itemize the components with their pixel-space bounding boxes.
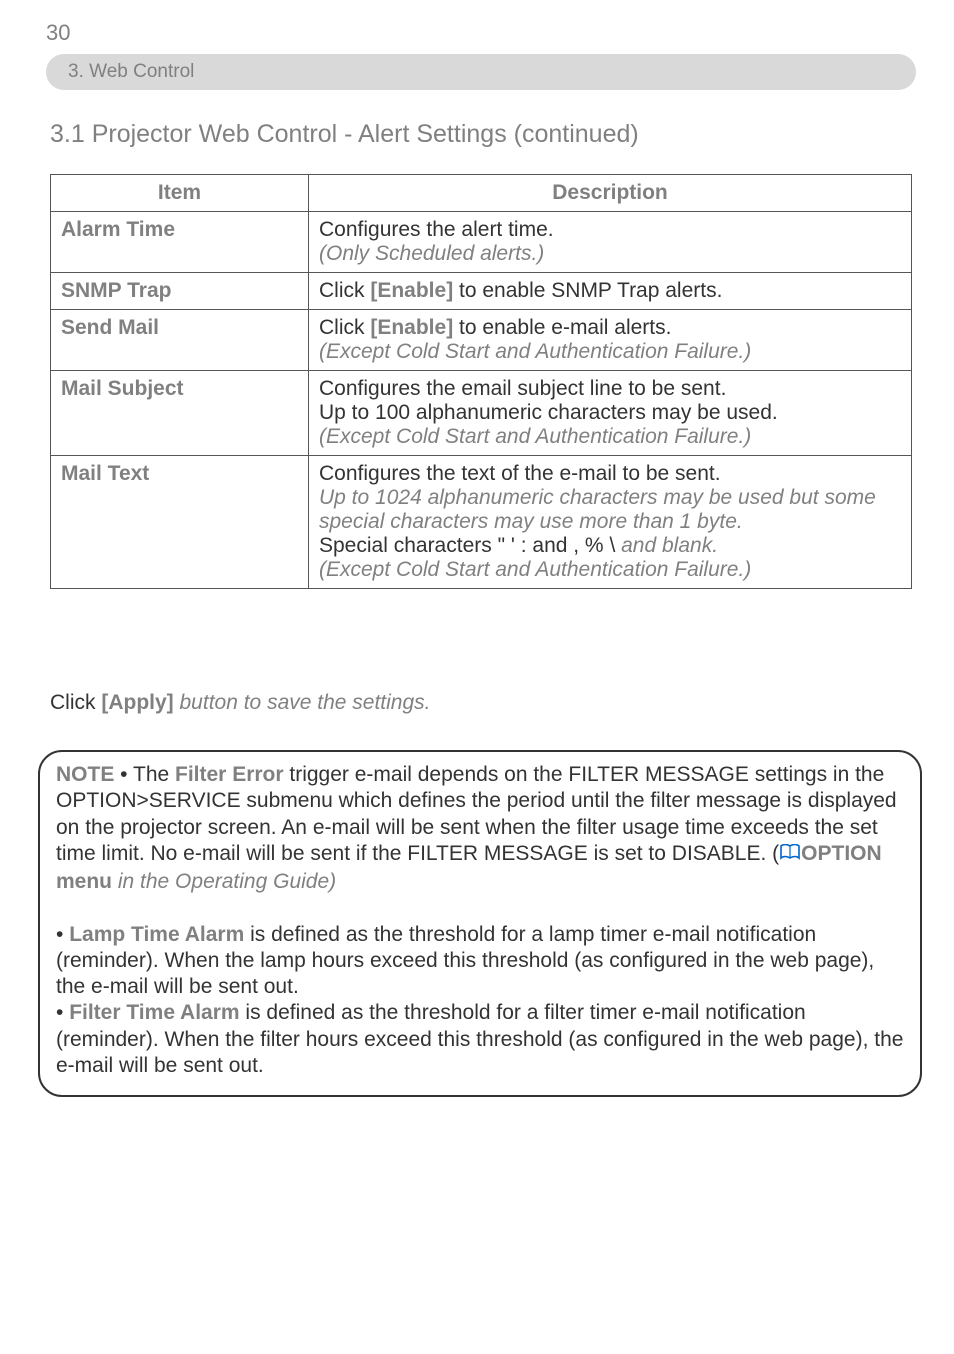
row-desc: Click [Enable] to enable e-mail alerts. … bbox=[309, 310, 912, 371]
row-label: SNMP Trap bbox=[51, 273, 309, 310]
table-header-row: Item Description bbox=[51, 175, 912, 212]
text-post: button to save the settings. bbox=[174, 691, 431, 714]
bullet1-bold: Filter Error bbox=[175, 763, 284, 786]
text-pre: Click bbox=[50, 691, 101, 714]
desc-bold: [Enable] bbox=[370, 316, 453, 339]
bullet2-bold: Lamp Time Alarm bbox=[69, 923, 244, 946]
chapter-header-text: 3. Web Control bbox=[68, 61, 194, 83]
row-desc: Configures the alert time. (Only Schedul… bbox=[309, 212, 912, 273]
section-title: 3.1 Projector Web Control - Alert Settin… bbox=[50, 120, 639, 149]
desc-note3: (Except Cold Start and Authentication Fa… bbox=[319, 558, 751, 581]
desc-line2-post: and blank. bbox=[615, 534, 718, 557]
table-row: SNMP Trap Click [Enable] to enable SNMP … bbox=[51, 273, 912, 310]
row-desc: Configures the text of the e-mail to be … bbox=[309, 456, 912, 589]
note-heading: NOTE bbox=[56, 763, 114, 786]
desc-line2: Up to 100 alphanumeric characters may be… bbox=[319, 401, 778, 424]
desc-post: to enable e-mail alerts. bbox=[453, 316, 671, 339]
bullet1-ref-post: in the Operating Guide) bbox=[112, 870, 336, 893]
page-number: 30 bbox=[46, 20, 70, 46]
desc-line2-chars: " ' : and , % \ bbox=[498, 534, 616, 557]
table-row: Send Mail Click [Enable] to enable e-mai… bbox=[51, 310, 912, 371]
col-header-item: Item bbox=[51, 175, 309, 212]
row-label: Mail Text bbox=[51, 456, 309, 589]
row-label: Alarm Time bbox=[51, 212, 309, 273]
bullet3-bold: Filter Time Alarm bbox=[69, 1001, 239, 1024]
desc-note1: Up to 1024 alphanumeric characters may b… bbox=[319, 486, 876, 509]
desc-line1: Configures the email subject line to be … bbox=[319, 377, 726, 400]
row-desc: Click [Enable] to enable SNMP Trap alert… bbox=[309, 273, 912, 310]
chapter-header-bar: 3. Web Control bbox=[46, 54, 916, 90]
desc-note2: special characters may use more than 1 b… bbox=[319, 510, 743, 533]
book-icon bbox=[779, 843, 801, 869]
desc-note: (Except Cold Start and Authentication Fa… bbox=[319, 340, 751, 363]
text-bold: [Apply] bbox=[101, 691, 173, 714]
desc-pre: Click bbox=[319, 316, 370, 339]
note-box: NOTE • The Filter Error trigger e-mail d… bbox=[38, 750, 922, 1097]
desc-line2-pre: Special characters bbox=[319, 534, 498, 557]
row-label: Send Mail bbox=[51, 310, 309, 371]
desc-pre: Click bbox=[319, 279, 370, 302]
row-label: Mail Subject bbox=[51, 371, 309, 456]
apply-instruction: Click [Apply] button to save the setting… bbox=[50, 690, 912, 716]
desc-text: Configures the alert time. bbox=[319, 218, 554, 241]
desc-bold: [Enable] bbox=[370, 279, 453, 302]
table-row: Mail Subject Configures the email subjec… bbox=[51, 371, 912, 456]
desc-note: (Except Cold Start and Authentication Fa… bbox=[319, 425, 751, 448]
col-header-desc: Description bbox=[309, 175, 912, 212]
desc-note: (Only Scheduled alerts.) bbox=[319, 242, 544, 265]
row-desc: Configures the email subject line to be … bbox=[309, 371, 912, 456]
table-row: Mail Text Configures the text of the e-m… bbox=[51, 456, 912, 589]
desc-line1: Configures the text of the e-mail to be … bbox=[319, 462, 721, 485]
table-row: Alarm Time Configures the alert time. (O… bbox=[51, 212, 912, 273]
desc-post: to enable SNMP Trap alerts. bbox=[453, 279, 722, 302]
alert-settings-table: Item Description Alarm Time Configures t… bbox=[50, 174, 912, 589]
bullet1-pre: • The bbox=[114, 763, 175, 786]
